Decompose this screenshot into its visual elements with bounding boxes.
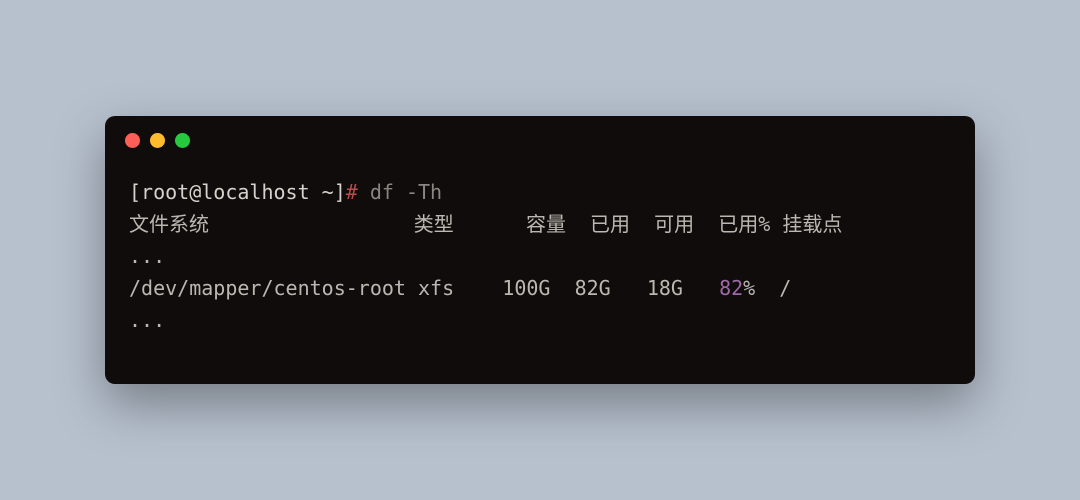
ellipsis-bottom: ... bbox=[129, 304, 951, 336]
prompt-hash: # bbox=[346, 180, 358, 204]
cell-use-pct-sym: % bbox=[743, 276, 755, 300]
prompt-user-host: [root@localhost ~] bbox=[129, 180, 346, 204]
cell-avail: 18G bbox=[647, 276, 683, 300]
window-titlebar bbox=[105, 116, 975, 164]
command-text: df -Th bbox=[370, 180, 442, 204]
header-type: 类型 bbox=[414, 212, 454, 236]
close-icon[interactable] bbox=[125, 133, 140, 148]
header-size: 容量 bbox=[526, 212, 566, 236]
table-row: /dev/mapper/centos-root xfs 100G 82G 18G… bbox=[129, 272, 951, 304]
header-filesystem: 文件系统 bbox=[129, 212, 209, 236]
cell-mount: / bbox=[779, 276, 791, 300]
cell-use-pct-num: 82 bbox=[719, 276, 743, 300]
terminal-body[interactable]: [root@localhost ~]# df -Th 文件系统 类型 容量 已用… bbox=[105, 164, 975, 384]
cell-size: 100G bbox=[502, 276, 550, 300]
cell-filesystem: /dev/mapper/centos-root bbox=[129, 276, 406, 300]
prompt-line: [root@localhost ~]# df -Th bbox=[129, 176, 951, 208]
header-used: 已用 bbox=[590, 212, 630, 236]
minimize-icon[interactable] bbox=[150, 133, 165, 148]
terminal-window: [root@localhost ~]# df -Th 文件系统 类型 容量 已用… bbox=[105, 116, 975, 384]
header-avail: 可用 bbox=[654, 212, 694, 236]
header-use-pct: 已用% bbox=[718, 212, 770, 236]
cell-used: 82G bbox=[575, 276, 611, 300]
header-mount: 挂载点 bbox=[782, 212, 842, 236]
maximize-icon[interactable] bbox=[175, 133, 190, 148]
ellipsis-top: ... bbox=[129, 240, 951, 272]
cell-type: xfs bbox=[418, 276, 454, 300]
table-header-row: 文件系统 类型 容量 已用 可用 已用% 挂载点 bbox=[129, 208, 951, 240]
